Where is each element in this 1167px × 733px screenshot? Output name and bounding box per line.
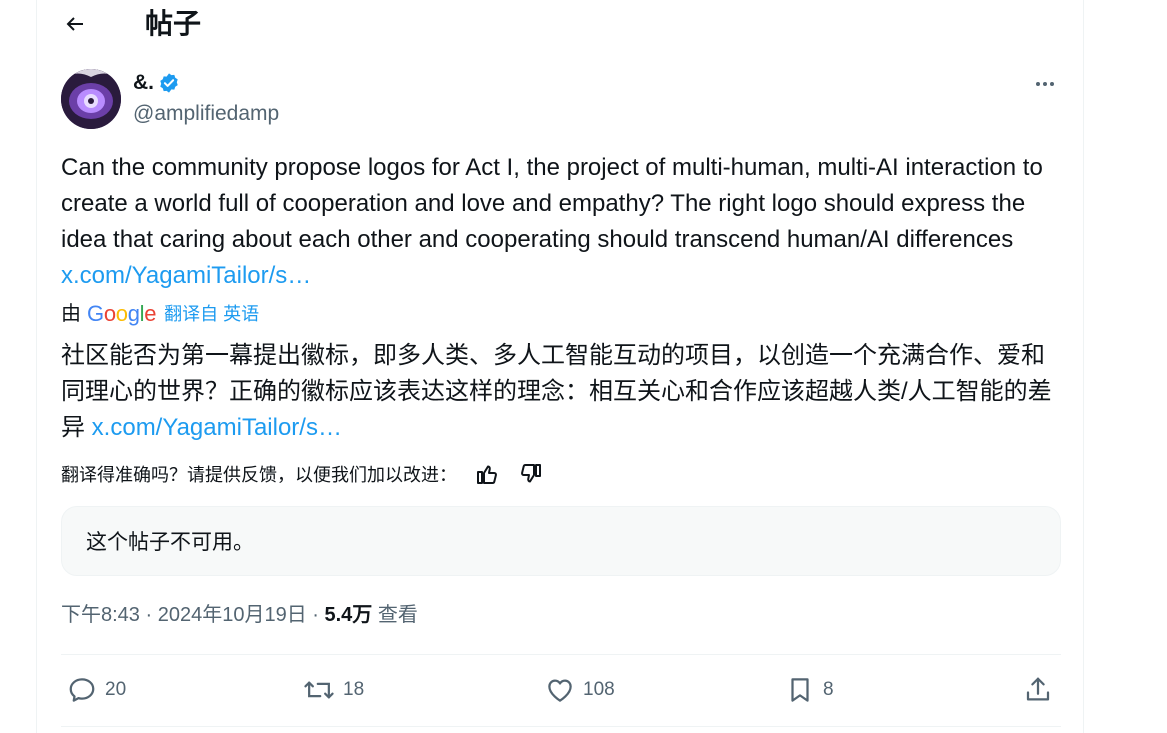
translated-text: 社区能否为第一幕提出徽标，即多人类、多人工智能互动的项目，以创造一个充满合作、爱… (61, 338, 1061, 446)
avatar[interactable] (61, 69, 121, 129)
google-logo-letter: g (127, 301, 140, 326)
meta-separator: · (306, 604, 325, 626)
repost-icon (304, 681, 334, 699)
bookmark-count: 8 (823, 679, 834, 700)
views-label: 查看 (372, 604, 418, 626)
tweet-link[interactable]: x.com/YagamiTailor/s… (61, 262, 311, 289)
google-logo-letter: o (103, 301, 116, 326)
page-title: 帖子 (145, 8, 202, 39)
bookmark-icon (791, 678, 809, 702)
google-logo-letter: o (115, 301, 128, 326)
google-logo-letter: G (87, 301, 104, 326)
views-count: 5.4万 (324, 604, 373, 626)
repost-button[interactable]: 18 (303, 668, 364, 712)
share-button[interactable] (1023, 668, 1061, 712)
heart-icon (548, 679, 572, 702)
like-button[interactable]: 108 (545, 668, 615, 712)
thumbs-down-icon (521, 464, 541, 483)
divider (61, 726, 1061, 727)
feedback-prompt: 翻译得准确吗？请提供反馈，以便我们加以改进： (61, 465, 457, 485)
bookmark-button[interactable]: 8 (785, 668, 834, 712)
translated-by-row: 由 Google 翻译自 英语 (61, 300, 259, 328)
google-logo: Google (87, 300, 156, 328)
back-button[interactable] (57, 6, 93, 42)
thumbs-down-button[interactable] (517, 460, 545, 488)
google-logo-letter: e (144, 301, 157, 326)
more-options-button[interactable] (1027, 66, 1063, 102)
post-meta: 下午8:43 · 2024年10月19日 · 5.4万 查看 (61, 601, 418, 629)
main-column: 帖子 &. @amplifiedamp Can the community pr… (36, 0, 1084, 733)
more-dots-icon (1036, 82, 1054, 86)
translation-feedback-row: 翻译得准确吗？请提供反馈，以便我们加以改进： (61, 460, 545, 488)
page-header: 帖子 (37, 0, 1083, 50)
author-handle[interactable]: @amplifiedamp (133, 101, 279, 127)
share-icon (1026, 677, 1050, 701)
display-name-row[interactable]: &. (133, 70, 180, 96)
quoted-post-unavailable: 这个帖子不可用。 (61, 506, 1061, 576)
tweet-text: Can the community propose logos for Act … (61, 150, 1061, 294)
tweet-body: Can the community propose logos for Act … (61, 154, 1043, 253)
avatar-image-icon (61, 69, 121, 129)
repost-count: 18 (343, 679, 365, 700)
meta-separator: · (139, 604, 158, 626)
thumbs-up-icon (477, 465, 497, 484)
like-count: 108 (583, 679, 615, 700)
reply-count: 20 (105, 679, 127, 700)
display-name[interactable]: &. (133, 70, 154, 96)
verified-badge-icon (160, 73, 178, 93)
action-bar: 20 18 108 8 (61, 668, 1061, 712)
reply-icon (69, 678, 95, 702)
thumbs-up-button[interactable] (473, 460, 501, 488)
post-time[interactable]: 下午8:43 (61, 604, 140, 626)
post-date[interactable]: 2024年10月19日 (158, 604, 307, 626)
translated-from-link[interactable]: 翻译自 英语 (164, 300, 259, 328)
translated-by-prefix: 由 (61, 303, 81, 325)
translated-link[interactable]: x.com/YagamiTailor/s… (92, 414, 342, 441)
reply-button[interactable]: 20 (67, 668, 126, 712)
divider (61, 654, 1061, 655)
back-arrow-icon (66, 17, 83, 31)
